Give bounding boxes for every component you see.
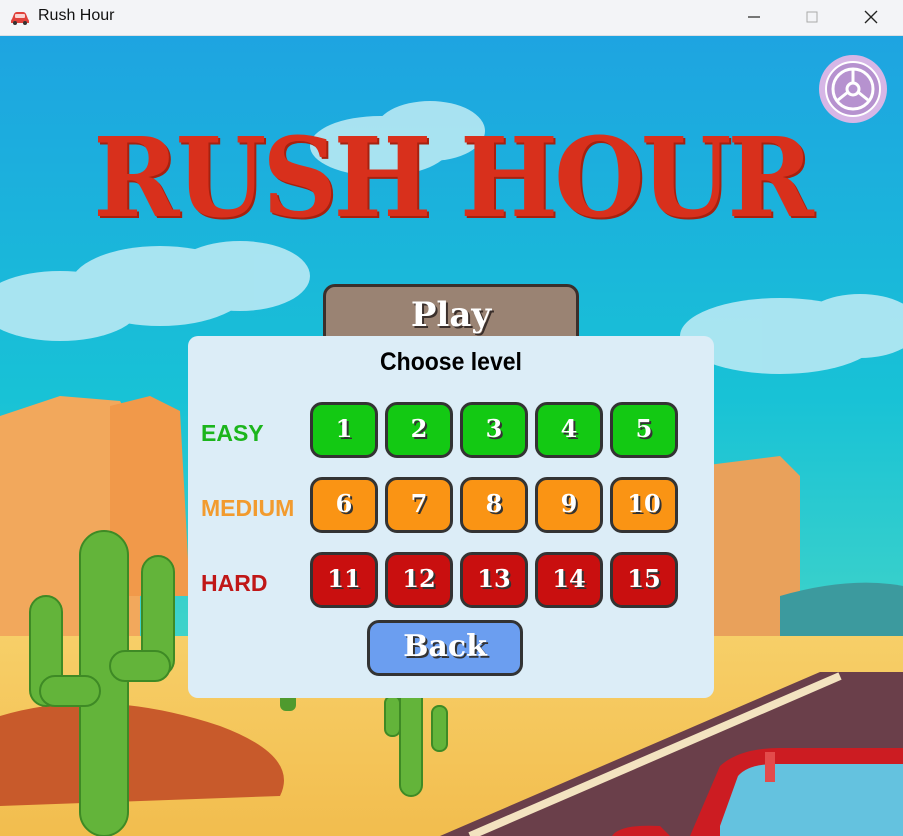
gear-icon (819, 55, 887, 123)
maximize-button[interactable] (789, 0, 835, 34)
window-titlebar: Rush Hour (0, 0, 903, 36)
close-button[interactable] (848, 0, 894, 34)
close-icon (864, 10, 878, 24)
hard-label: HARD (201, 570, 268, 596)
level-4-button[interactable]: 4 (535, 402, 603, 458)
maximize-icon (806, 11, 818, 23)
car-icon (11, 12, 29, 25)
easy-label: EASY (201, 420, 264, 446)
level-5-button[interactable]: 5 (610, 402, 678, 458)
game-title: RUSH HOUR (93, 112, 814, 243)
level-11-button[interactable]: 11 (310, 552, 378, 608)
level-12-button[interactable]: 12 (385, 552, 453, 608)
back-button[interactable]: Back (367, 620, 523, 676)
minimize-icon (748, 16, 760, 18)
level-14-button[interactable]: 14 (535, 552, 603, 608)
medium-label: MEDIUM (201, 495, 295, 521)
level-8-button[interactable]: 8 (460, 477, 528, 533)
level-7-button[interactable]: 7 (385, 477, 453, 533)
level-10-button[interactable]: 10 (610, 477, 678, 533)
level-2-button[interactable]: 2 (385, 402, 453, 458)
level-9-button[interactable]: 9 (535, 477, 603, 533)
level-15-button[interactable]: 15 (610, 552, 678, 608)
level-1-button[interactable]: 1 (310, 402, 378, 458)
window-title: Rush Hour (38, 7, 115, 24)
settings-button[interactable] (818, 54, 888, 124)
level-6-button[interactable]: 6 (310, 477, 378, 533)
level-13-button[interactable]: 13 (460, 552, 528, 608)
level-3-button[interactable]: 3 (460, 402, 528, 458)
game-area: RUSH HOUR Play Choose level EASY MEDIUM … (0, 36, 903, 836)
panel-title: Choose level (380, 348, 522, 376)
level-select-panel: Choose level EASY MEDIUM HARD 1 2 3 4 5 … (188, 336, 714, 698)
minimize-button[interactable] (731, 0, 777, 34)
